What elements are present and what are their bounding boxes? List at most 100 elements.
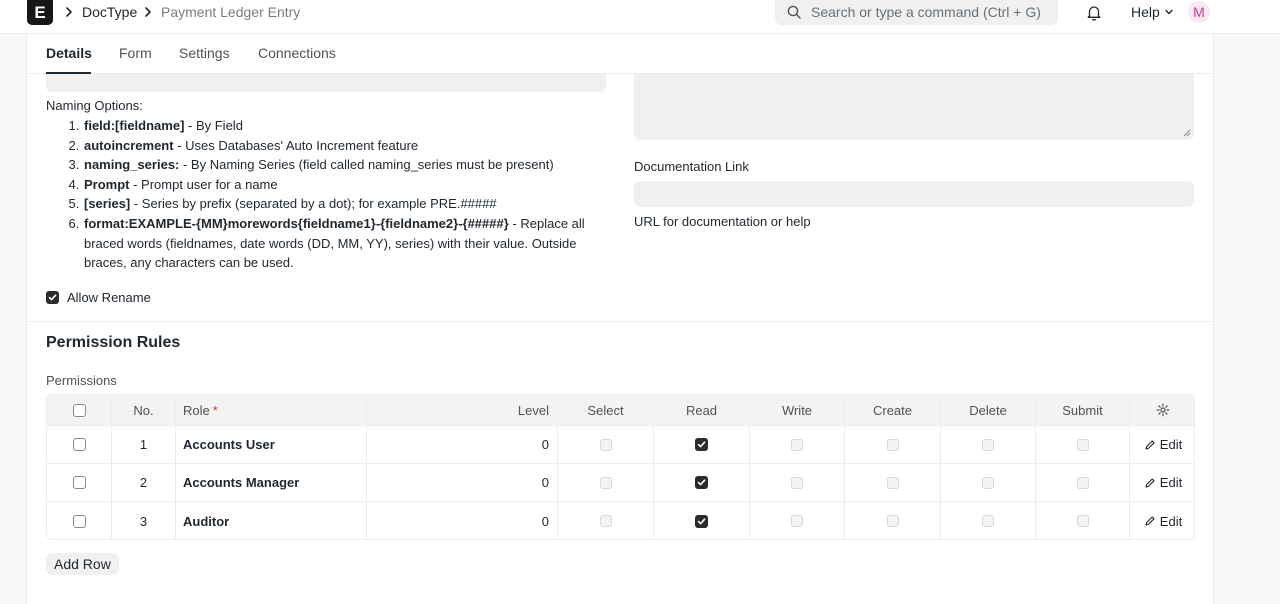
submit-checkbox[interactable] (1076, 476, 1089, 489)
tab-details[interactable]: Details (46, 45, 92, 61)
column-header-level: Level (517, 402, 549, 418)
read-cell (654, 502, 750, 539)
naming-options-title: Naming Options: (46, 98, 143, 113)
select-checkbox[interactable] (599, 476, 612, 489)
level-cell[interactable]: 0 (367, 502, 558, 539)
table-row[interactable]: 1 Accounts User 0 Edit (47, 426, 1194, 464)
read-checkbox[interactable] (695, 514, 708, 528)
notification-bell-icon[interactable] (1086, 4, 1102, 21)
grid-header-cell: Write (750, 395, 845, 425)
edit-row-button[interactable]: Edit (1144, 514, 1182, 529)
tab-connections[interactable]: Connections (258, 45, 336, 61)
grid-header-cell: Submit (1036, 395, 1130, 425)
level-cell[interactable]: 0 (367, 464, 558, 501)
edit-row-button[interactable]: Edit (1144, 437, 1182, 452)
create-checkbox[interactable] (886, 476, 899, 489)
naming-option: naming_series: - By Naming Series (field… (83, 155, 606, 175)
write-checkbox[interactable] (791, 515, 803, 527)
user-avatar[interactable]: M (1188, 1, 1210, 23)
allow-rename-field[interactable]: Allow Rename (46, 290, 151, 305)
permissions-field-label: Permissions (46, 373, 117, 388)
submit-cell (1036, 464, 1130, 501)
row-number-cell: 3 (112, 502, 176, 539)
role-cell[interactable]: Accounts User (176, 426, 367, 463)
app-logo[interactable]: E (27, 0, 53, 25)
grid-header-row: No. Role * Level Select Read Write Create… (47, 395, 1194, 426)
row-select-cell (47, 464, 112, 501)
delete-checkbox[interactable] (982, 515, 994, 527)
check-icon (697, 479, 706, 486)
create-checkbox[interactable] (886, 438, 899, 451)
table-row[interactable]: 2 Accounts Manager 0 Edit (47, 464, 1194, 502)
write-cell (750, 426, 845, 463)
delete-checkbox[interactable] (982, 476, 994, 489)
permissions-grid: No. Role * Level Select Read Write Create… (46, 394, 1195, 540)
column-header-role: Role (183, 402, 210, 418)
select-cell (558, 464, 654, 501)
naming-option-key: naming_series: (84, 157, 180, 173)
create-checkbox[interactable] (886, 515, 899, 527)
breadcrumb-doctype[interactable]: DocType (82, 4, 137, 20)
breadcrumb-current[interactable]: Payment Ledger Entry (161, 4, 300, 20)
write-cell (750, 502, 845, 539)
naming-option-key: autoincrement (84, 137, 174, 153)
row-checkbox[interactable] (72, 476, 86, 489)
add-row-button[interactable]: Add Row (46, 553, 119, 575)
select-checkbox[interactable] (599, 438, 612, 451)
submit-checkbox[interactable] (1076, 438, 1089, 451)
column-header-submit: Submit (1062, 402, 1103, 418)
row-number-cell: 2 (112, 464, 176, 501)
autoname-input[interactable] (46, 74, 606, 92)
grid-header-cell (1130, 395, 1194, 425)
read-checkbox[interactable] (695, 438, 708, 451)
row-checkbox[interactable] (72, 438, 86, 451)
resize-handle-icon[interactable] (1183, 129, 1191, 137)
pencil-icon (1145, 439, 1155, 450)
write-checkbox[interactable] (791, 476, 803, 489)
write-checkbox[interactable] (791, 438, 803, 451)
naming-option-key: [series] (84, 196, 131, 212)
allow-rename-label: Allow Rename (67, 290, 151, 305)
grid-header-cell: No. (112, 395, 176, 425)
create-cell (845, 502, 941, 539)
help-dropdown[interactable]: Help (1131, 4, 1174, 20)
awesome-bar[interactable] (775, 0, 1058, 25)
edit-row-button[interactable]: Edit (1144, 475, 1182, 490)
grid-header-cell: Role * (176, 395, 367, 425)
naming-option-key: field:[fieldname] (84, 118, 185, 133)
role-cell[interactable]: Accounts Manager (176, 464, 367, 501)
tab-settings[interactable]: Settings (179, 45, 230, 61)
row-checkbox[interactable] (72, 514, 86, 528)
select-cell (558, 426, 654, 463)
select-all-checkbox[interactable] (72, 403, 86, 417)
search-input[interactable] (809, 3, 1049, 21)
naming-option-key: format:EXAMPLE-{MM}morewords{fieldname1}… (84, 215, 509, 231)
grid-header-cell: Create (845, 395, 941, 425)
allow-rename-checkbox[interactable] (46, 291, 59, 304)
submit-cell (1036, 426, 1130, 463)
delete-checkbox[interactable] (982, 438, 994, 451)
role-cell[interactable]: Auditor (176, 502, 367, 539)
level-cell[interactable]: 0 (367, 426, 558, 463)
section-divider (27, 321, 1213, 322)
read-checkbox[interactable] (695, 476, 708, 489)
grid-header-cell: Delete (941, 395, 1036, 425)
delete-cell (941, 426, 1036, 463)
row-number-cell: 1 (112, 426, 176, 463)
table-row[interactable]: 3 Auditor 0 Edit (47, 502, 1194, 539)
chevron-right-icon (66, 7, 72, 17)
description-textarea[interactable] (634, 74, 1194, 140)
documentation-link-input[interactable] (634, 181, 1194, 207)
naming-option: Prompt - Prompt user for a name (83, 175, 606, 195)
tab-form[interactable]: Form (119, 45, 152, 61)
naming-option: [series] - Series by prefix (separated b… (83, 194, 606, 214)
naming-option: autoincrement - Uses Databases' Auto Inc… (83, 136, 606, 156)
documentation-link-label: Documentation Link (634, 159, 749, 174)
gear-icon[interactable] (1156, 403, 1170, 417)
submit-checkbox[interactable] (1076, 515, 1089, 527)
select-checkbox[interactable] (599, 515, 612, 527)
naming-option-desc: - Uses Databases' Auto Increment feature (173, 137, 419, 153)
row-select-cell (47, 426, 112, 463)
naming-option-key: Prompt (84, 176, 130, 192)
column-header-read: Read (685, 402, 718, 418)
